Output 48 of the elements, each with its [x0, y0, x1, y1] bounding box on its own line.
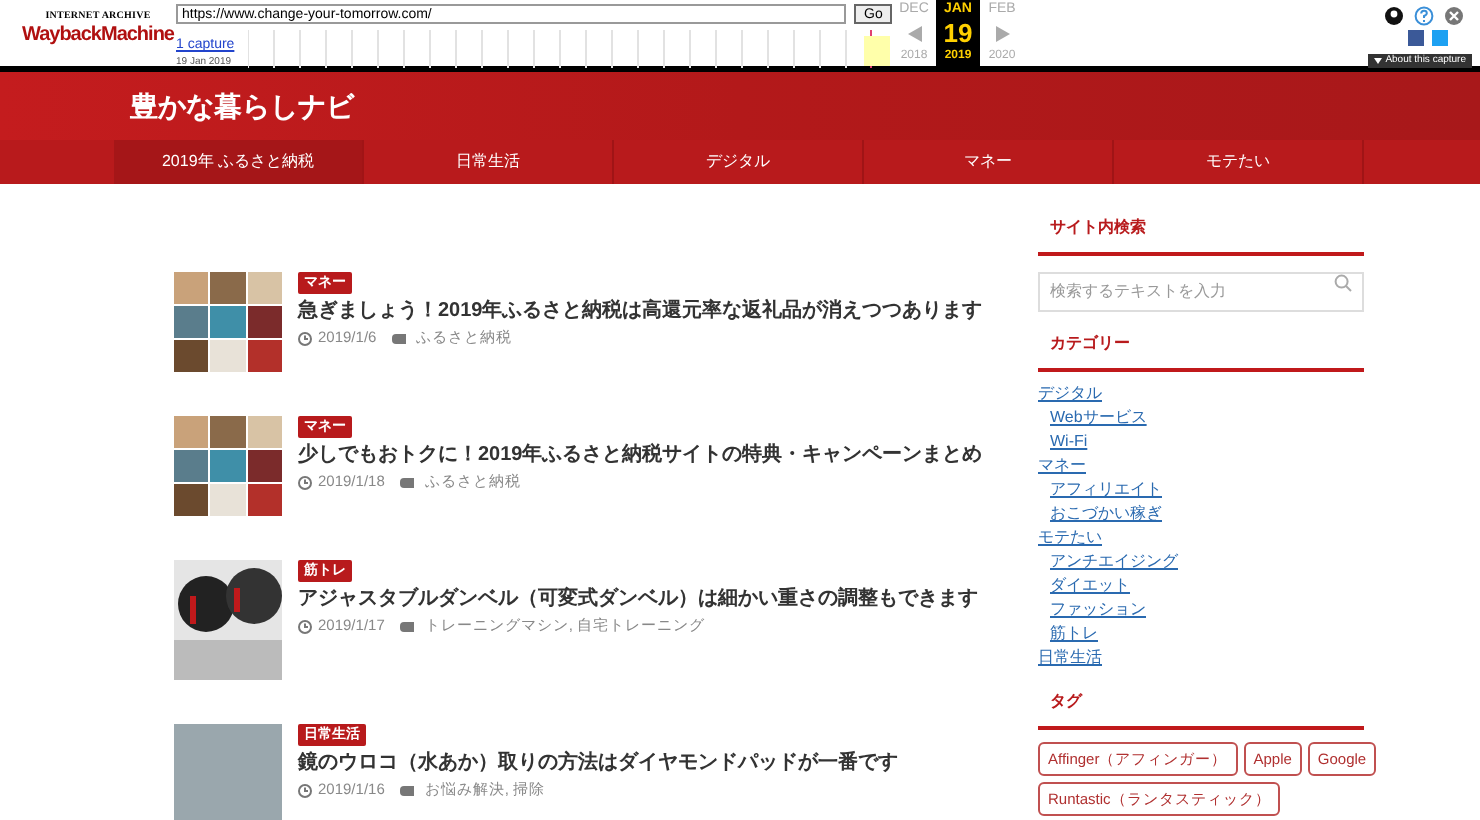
subcategory-link[interactable]: Webサービス: [1050, 406, 1147, 430]
subcategory-link[interactable]: ファッション: [1050, 598, 1146, 622]
nav-tab[interactable]: デジタル: [614, 140, 864, 184]
user-icon[interactable]: [1384, 6, 1404, 26]
subcategory-link[interactable]: おこづかい稼ぎ: [1050, 502, 1162, 526]
tag-icon: [400, 785, 415, 795]
caret-icon: [1373, 58, 1382, 64]
nav-tab[interactable]: マネー: [864, 140, 1114, 184]
category-link[interactable]: マネー: [1038, 454, 1364, 478]
next-arrow-icon[interactable]: [995, 26, 1009, 42]
subcategory-link[interactable]: アンチエイジング: [1050, 550, 1178, 574]
article-title[interactable]: 少しでもおトクに！2019年ふるさと納税サイトの特典・キャンペーンまとめ: [298, 442, 998, 470]
help-icon[interactable]: [1414, 6, 1434, 26]
close-icon[interactable]: [1444, 6, 1464, 26]
search-icon[interactable]: [1334, 274, 1352, 292]
section-heading: タグ: [1038, 690, 1364, 730]
tag-icon: [392, 333, 407, 343]
article-title[interactable]: 急ぎましょう！2019年ふるさと納税は高還元率な返礼品が消えつつあります: [298, 298, 998, 326]
food-photo-placeholder: [174, 416, 282, 516]
food-photo-placeholder: [174, 272, 282, 372]
nav-tab[interactable]: 日常生活: [364, 140, 614, 184]
clock-icon: [298, 475, 312, 489]
section-heading: サイト内検索: [1038, 216, 1364, 256]
section-heading: カテゴリー: [1038, 332, 1364, 372]
nav-tab[interactable]: 2019年 ふるさと納税: [114, 140, 364, 184]
previous-arrow-icon[interactable]: [907, 26, 921, 42]
subcategory-link[interactable]: ダイエット: [1050, 574, 1130, 598]
category-link[interactable]: デジタル: [1038, 382, 1364, 406]
clock-icon: [298, 783, 312, 797]
nav-tab[interactable]: モテたい: [1114, 140, 1364, 184]
timeline-highlight: [864, 36, 890, 66]
photo-placeholder: [174, 724, 282, 820]
category-link[interactable]: モテたい: [1038, 526, 1364, 550]
search-field[interactable]: 検索するテキストを入力: [1038, 271, 1364, 311]
subcategory-link[interactable]: Wi-Fi: [1050, 430, 1088, 454]
article-title[interactable]: 鏡のウロコ（水あか）取りの方法はダイヤモンドパッドが一番です: [298, 750, 998, 778]
day-number: 19: [943, 20, 973, 48]
subcategory-link[interactable]: アフィリエイト: [1050, 478, 1162, 502]
tag-icon: [400, 477, 415, 487]
wayback-logo[interactable]: WaybackMachine: [22, 26, 174, 46]
clock-icon: [298, 331, 312, 345]
dumbbell-photo-placeholder: [174, 560, 282, 680]
clock-icon: [298, 619, 312, 633]
subcategory-link[interactable]: 筋トレ: [1050, 622, 1098, 646]
tag-icon: [400, 621, 415, 631]
category-link[interactable]: 日常生活: [1038, 646, 1364, 670]
site-title[interactable]: 豊かな暮らしナビ: [130, 85, 354, 127]
article-title[interactable]: アジャスタブルダンベル（可変式ダンベル）は細かい重さの調整もできます: [298, 586, 998, 614]
